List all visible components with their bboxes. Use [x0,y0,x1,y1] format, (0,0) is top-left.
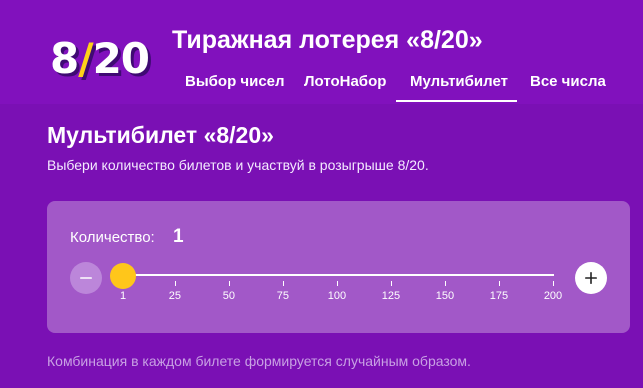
decrease-button[interactable] [70,262,102,294]
logo[interactable]: 8/20 [50,38,150,80]
tab-nav: Выбор чисел ЛотоНабор Мультибилет Все чи… [172,60,617,102]
tab-number-selection[interactable]: Выбор чисел [172,60,295,102]
slider-tick-label: 200 [543,290,563,302]
slider-tick [228,281,230,286]
slider-tick-label: 175 [489,290,509,302]
tab-label: Выбор чисел [185,72,285,90]
slider-tick-label: 50 [222,290,235,302]
footnote: Комбинация в каждом билете формируется с… [47,353,471,369]
slider-tick-label: 125 [381,290,401,302]
logo-left: 8 [50,34,79,83]
slider-tick-label: 150 [435,290,455,302]
tab-label: ЛотоНабор [304,72,387,90]
quantity-slider-track[interactable] [121,274,554,276]
slider-tick [498,281,500,286]
quantity-card: Количество: 1 1 25 50 75 100 125 150 175 200 [47,201,630,333]
tab-lotonabor[interactable]: ЛотоНабор [295,60,396,102]
slider-tick [390,281,392,286]
page-title: Мультибилет «8/20» [47,122,274,148]
slider-tick [444,281,446,286]
increase-button[interactable] [575,262,607,294]
slider-tick [282,281,284,286]
slider-tick-label: 75 [276,290,290,302]
slider-tick-label: 25 [168,290,181,302]
slider-tick [336,281,338,286]
header: 8/20 Тиражная лотерея «8/20» Выбор чисел… [0,0,643,104]
tab-label: Все числа [530,72,606,90]
logo-slash: / [78,34,93,83]
tab-label: Мультибилет [410,72,508,90]
tab-all-numbers[interactable]: Все числа [517,60,617,102]
slider-tick-label: 1 [119,290,127,302]
quantity-value: 1 [173,226,184,247]
slider-tick-label: 100 [327,290,347,302]
tab-multiticket[interactable]: Мультибилет [396,60,517,102]
slider-tick [174,281,176,286]
minus-icon [80,277,92,279]
quantity-slider-thumb[interactable] [110,263,136,289]
quantity-label: Количество: [70,229,155,246]
page-subtitle: Выбери количество билетов и участвуй в р… [47,157,429,173]
plus-icon [585,272,597,284]
slider-tick [553,281,554,286]
logo-right: 20 [92,34,150,83]
lottery-title: Тиражная лотерея «8/20» [172,26,483,54]
